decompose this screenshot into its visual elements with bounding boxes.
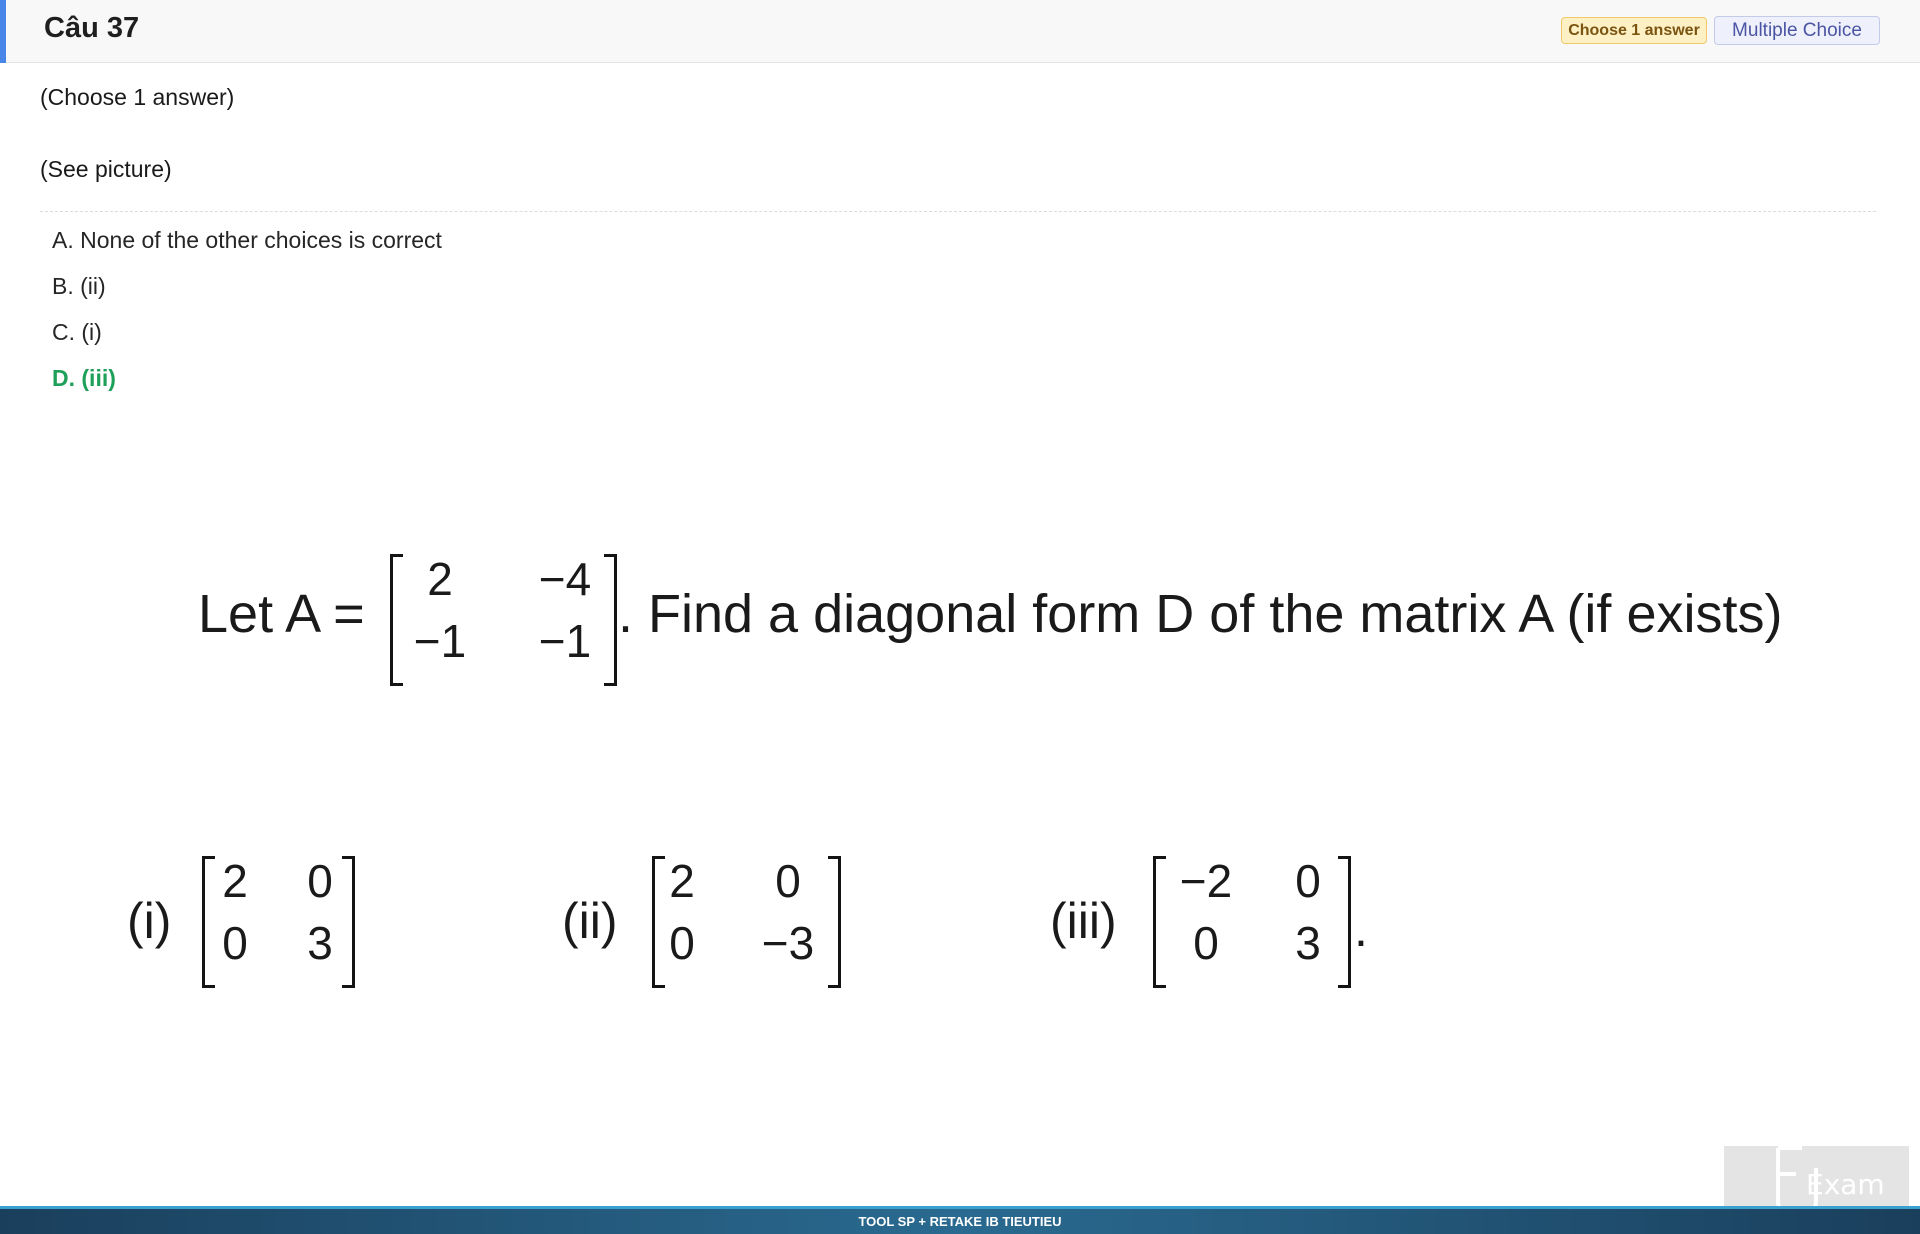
choose-instruction: (Choose 1 answer) xyxy=(40,84,235,110)
choice-a[interactable]: A. None of the other choices is correct xyxy=(52,227,442,254)
choice-c[interactable]: C. (i) xyxy=(52,319,102,346)
section-divider xyxy=(40,211,1876,212)
option-ii-cell: −3 xyxy=(761,917,815,969)
option-ii-cell: 0 xyxy=(775,855,801,907)
question-type-badge: Multiple Choice xyxy=(1714,16,1880,45)
option-i-cell: 0 xyxy=(307,855,333,907)
footer-text: TOOL SP + RETAKE IB TIEUTIEU xyxy=(858,1214,1062,1229)
footer-bar: TOOL SP + RETAKE IB TIEUTIEU xyxy=(0,1206,1920,1234)
question-title: Câu 37 xyxy=(44,12,140,44)
option-ii-right-bracket xyxy=(828,856,841,988)
question-statement: . Find a diagonal form D of the matrix A… xyxy=(618,584,1783,644)
choice-d-correct[interactable]: D. (iii) xyxy=(52,365,116,392)
option-i-label: (i) xyxy=(127,893,172,949)
header-accent-bar xyxy=(0,0,6,63)
matrix-a-cell: −1 xyxy=(413,615,467,667)
matrix-prefix: Let A = xyxy=(198,584,365,644)
question-picture: Let A = 2 −4 −1 −1 . Find a diagonal for… xyxy=(120,540,1820,1000)
matrix-a-cell: −4 xyxy=(538,553,592,605)
question-header: Câu 37 Choose 1 answer Multiple Choice xyxy=(0,0,1920,63)
option-ii-label: (ii) xyxy=(562,893,618,949)
choose-count-badge: Choose 1 answer xyxy=(1561,17,1707,44)
option-i-cell: 3 xyxy=(307,917,333,969)
option-iii-trailing-period: . xyxy=(1354,901,1368,957)
matrix-a-cell: −1 xyxy=(538,615,592,667)
matrix-a-cell: 2 xyxy=(427,553,453,605)
option-iii-cell: 0 xyxy=(1193,917,1219,969)
option-ii-cell: 2 xyxy=(669,855,695,907)
matrix-a-right-bracket xyxy=(604,554,617,686)
choice-b[interactable]: B. (ii) xyxy=(52,273,106,300)
see-picture-instruction: (See picture) xyxy=(40,156,172,182)
option-i-right-bracket xyxy=(342,856,355,988)
option-ii-cell: 0 xyxy=(669,917,695,969)
watermark-text: Exam xyxy=(1806,1168,1885,1201)
option-iii-right-bracket xyxy=(1338,856,1351,988)
option-iii-label: (iii) xyxy=(1050,893,1117,949)
option-iii-cell: −2 xyxy=(1179,855,1233,907)
